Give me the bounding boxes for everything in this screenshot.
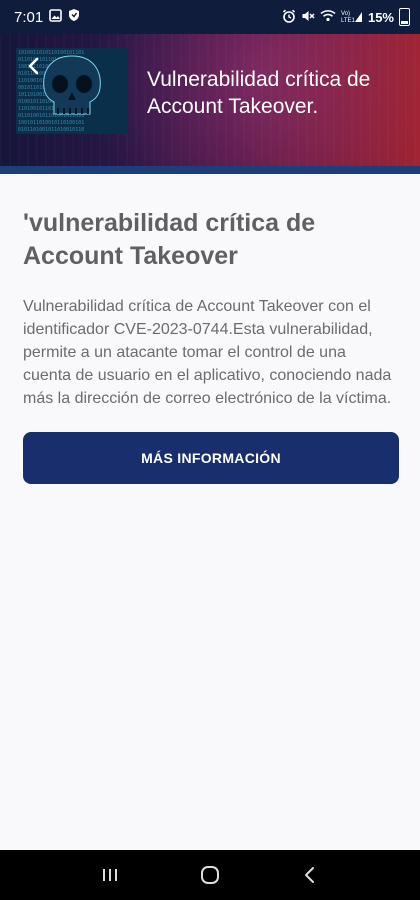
back-icon — [305, 867, 314, 883]
status-bar: 7:01 Vo) LTE1 15% — [0, 0, 420, 34]
recents-icon — [103, 869, 117, 881]
nav-back-button[interactable] — [290, 855, 330, 895]
home-button[interactable] — [190, 855, 230, 895]
article-body: Vulnerabilidad crítica de Account Takeov… — [23, 298, 392, 407]
article-title: 'vulnerabilidad crítica de Account Takeo… — [23, 209, 316, 270]
status-left: 7:01 — [14, 8, 80, 26]
gallery-icon — [49, 8, 63, 26]
system-nav-bar — [0, 850, 420, 900]
header-accent-bar — [0, 166, 420, 174]
more-info-button[interactable]: MÁS INFORMACIÓN — [23, 432, 399, 484]
svg-text:0101101001011010010110: 0101101001011010010110 — [18, 127, 84, 133]
mute-icon — [301, 9, 315, 26]
shield-icon — [68, 8, 80, 26]
svg-text:LTE1: LTE1 — [341, 18, 356, 23]
article-content: 'vulnerabilidad crítica de Account Takeo… — [0, 174, 420, 850]
header-title: Vulnerabilidad crítica de Account Takeov… — [147, 68, 371, 118]
battery-icon — [399, 8, 410, 26]
signal-icon: Vo) LTE1 — [341, 9, 363, 26]
status-right: Vo) LTE1 15% — [282, 8, 410, 26]
recents-button[interactable] — [90, 855, 130, 895]
chevron-left-icon — [28, 57, 39, 75]
article-header: 1010011010110100101101 01101001011010010… — [0, 34, 420, 174]
back-button[interactable] — [20, 52, 48, 80]
alarm-icon — [282, 9, 296, 26]
status-time: 7:01 — [14, 8, 44, 26]
svg-text:Vo): Vo) — [341, 11, 350, 17]
battery-percent: 15% — [367, 9, 394, 25]
home-icon — [201, 866, 219, 884]
wifi-icon — [320, 9, 336, 25]
screen: 7:01 Vo) LTE1 15% 1010011010110100101101… — [0, 0, 420, 900]
svg-text:1001011010010110100101: 1001011010010110100101 — [18, 120, 84, 126]
